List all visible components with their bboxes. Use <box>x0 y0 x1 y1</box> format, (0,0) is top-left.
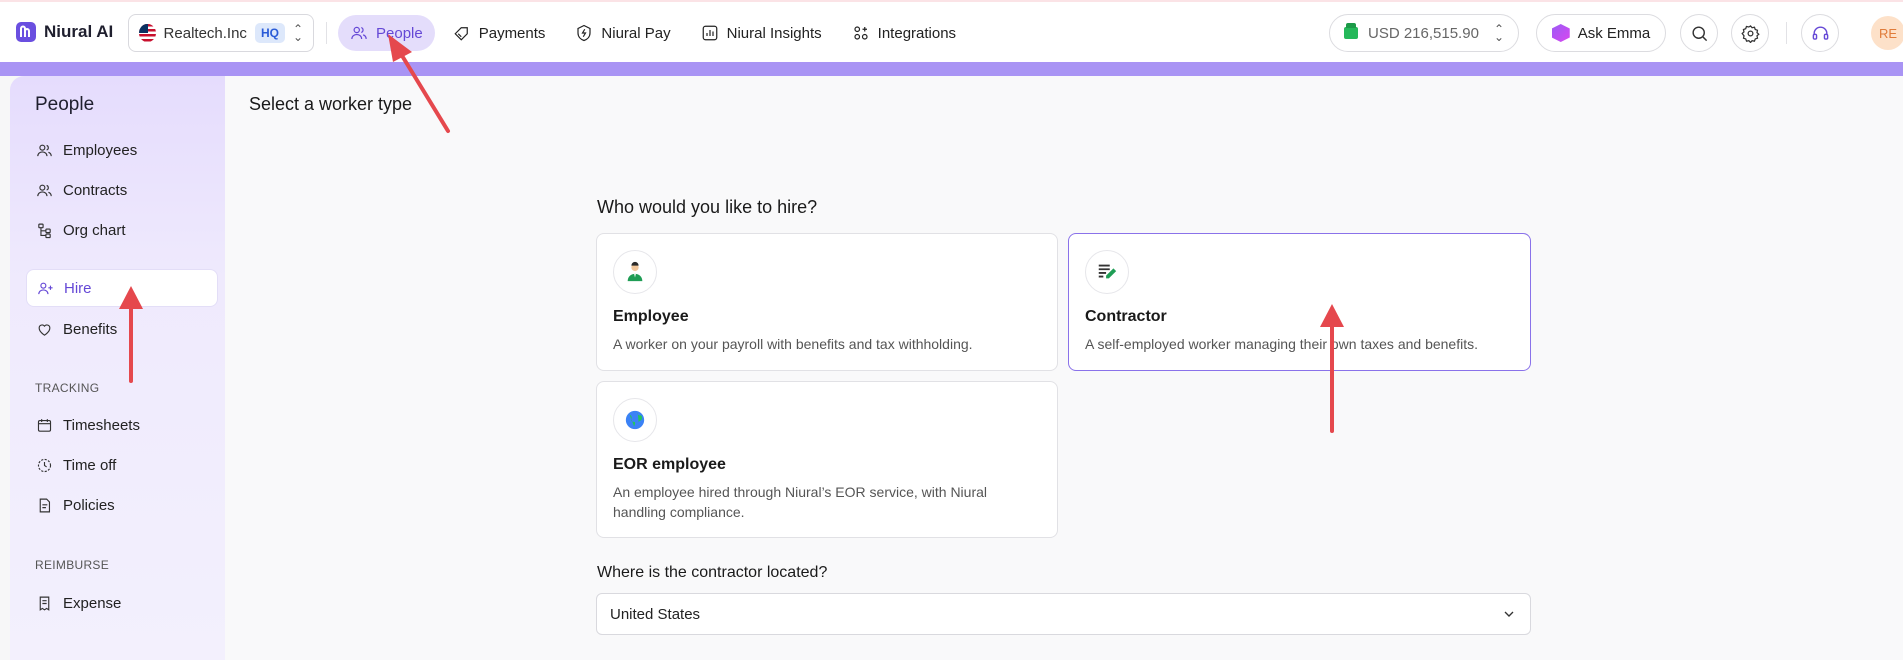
balance-selector[interactable]: USD 216,515.90 ⌃ ⌄ <box>1329 14 1519 52</box>
sidebar-item-label: Employees <box>63 141 138 159</box>
heart-icon <box>38 323 51 336</box>
location-question: Where is the contractor located? <box>597 564 828 581</box>
globe-icon <box>613 398 657 442</box>
main-panel <box>225 76 1903 660</box>
users-icon <box>37 144 52 156</box>
org-badge: HQ <box>254 23 285 43</box>
sidebar-item-contracts[interactable]: Contracts <box>26 171 218 209</box>
users-icon <box>37 184 52 196</box>
org-switcher[interactable]: Realtech.Inc HQ ⌃ ⌄ <box>128 14 314 52</box>
document-icon <box>39 498 51 512</box>
us-flag-icon <box>139 24 156 42</box>
divider <box>326 22 327 44</box>
nav-people-label: People <box>376 24 423 42</box>
sidebar-item-label: Contracts <box>63 181 128 199</box>
people-icon <box>351 26 367 40</box>
sidebar-item-label: Benefits <box>63 320 118 338</box>
headset-icon <box>1812 25 1828 40</box>
card-title: Employee <box>613 308 689 325</box>
nav-niural-insights-label: Niural Insights <box>726 24 822 42</box>
emma-ai-icon <box>1551 24 1570 42</box>
page-title: Select a worker type <box>249 94 413 114</box>
chevron-up-down-icon: ⌃ ⌄ <box>292 22 303 44</box>
sidebar-section-tracking: TRACKING <box>35 381 100 395</box>
worker-type-card-contractor[interactable]: Contractor A self-employed worker managi… <box>1068 233 1531 371</box>
sidebar: People Employees Contracts Org chart Hir… <box>10 76 225 660</box>
hire-question: Who would you like to hire? <box>597 197 818 217</box>
card-description: An employee hired through Niural’s EOR s… <box>613 484 988 520</box>
card-description: A self-employed worker managing their ow… <box>1085 336 1478 352</box>
nav-integrations[interactable]: Integrations <box>840 15 968 51</box>
nav-integrations-label: Integrations <box>877 24 957 42</box>
calendar-icon <box>37 418 52 432</box>
sidebar-item-benefits[interactable]: Benefits <box>26 310 218 348</box>
search-button[interactable] <box>1680 14 1718 52</box>
header-accent-band <box>0 62 1903 76</box>
chevron-down-icon <box>1504 611 1514 617</box>
sidebar-item-label: Expense <box>63 594 122 612</box>
settings-button[interactable] <box>1731 14 1769 52</box>
sidebar-item-label: Org chart <box>63 221 126 239</box>
search-icon <box>1691 25 1707 41</box>
bar-chart-icon <box>702 25 717 41</box>
ask-emma-button[interactable]: Ask Emma <box>1536 14 1666 52</box>
card-title: EOR employee <box>613 456 726 473</box>
sidebar-title: People <box>35 94 95 115</box>
wallet-icon <box>1344 23 1358 39</box>
gear-icon <box>1740 24 1760 43</box>
main-nav: People Payments Niural Pay Niural Insigh… <box>338 15 968 51</box>
nav-niural-pay-label: Niural Pay <box>601 24 671 42</box>
worker-type-card-eor-employee[interactable]: EOR employee An employee hired through N… <box>596 381 1058 538</box>
location-value: United States <box>610 605 701 623</box>
sidebar-item-time-off[interactable]: Time off <box>26 446 218 484</box>
nav-niural-insights[interactable]: Niural Insights <box>689 15 834 51</box>
org-name: Realtech.Inc <box>163 24 247 42</box>
sidebar-item-org-chart[interactable]: Org chart <box>26 211 218 249</box>
brand-name: Niural AI <box>44 22 114 41</box>
receipt-icon <box>39 596 50 611</box>
chevron-up-down-icon: ⌃ ⌄ <box>1493 22 1504 44</box>
nav-people[interactable]: People <box>338 15 435 51</box>
nav-payments[interactable]: Payments <box>441 15 558 51</box>
card-description: A worker on your payroll with benefits a… <box>613 336 973 352</box>
sidebar-section-reimburse: REIMBURSE <box>35 558 110 572</box>
divider <box>1786 22 1787 44</box>
employee-icon <box>613 250 657 294</box>
user-plus-icon <box>38 282 53 294</box>
sidebar-item-label: Hire <box>64 279 92 297</box>
location-select[interactable]: United States <box>596 593 1531 635</box>
ask-emma-label: Ask Emma <box>1577 24 1651 42</box>
nav-niural-pay[interactable]: Niural Pay <box>563 15 682 51</box>
tag-icon <box>454 27 468 41</box>
sidebar-item-label: Timesheets <box>63 416 140 434</box>
worker-type-card-employee[interactable]: Employee A worker on your payroll with b… <box>596 233 1058 371</box>
brand-logo[interactable]: Niural AI <box>14 20 113 44</box>
balance-amount: USD 216,515.90 <box>1368 24 1479 42</box>
sidebar-item-label: Policies <box>63 496 115 514</box>
sidebar-item-label: Time off <box>63 456 117 474</box>
sidebar-item-employees[interactable]: Employees <box>26 131 218 169</box>
clock-icon <box>37 458 52 472</box>
niural-logo-icon <box>16 22 36 42</box>
sidebar-item-expense[interactable]: Expense <box>26 584 218 622</box>
org-chart-icon <box>38 223 51 238</box>
nav-payments-label: Payments <box>478 24 546 42</box>
avatar[interactable]: RE <box>1871 16 1903 50</box>
sidebar-item-timesheets[interactable]: Timesheets <box>26 406 218 444</box>
top-bar: Niural AI Realtech.Inc HQ ⌃ ⌄ People Paym… <box>0 0 1903 62</box>
contract-icon <box>1085 250 1129 294</box>
integrations-icon <box>854 26 868 40</box>
support-button[interactable] <box>1801 14 1839 52</box>
sidebar-item-policies[interactable]: Policies <box>26 486 218 524</box>
sidebar-item-hire[interactable]: Hire <box>26 269 218 307</box>
shield-bolt-icon <box>577 24 592 42</box>
card-title: Contractor <box>1085 308 1167 325</box>
